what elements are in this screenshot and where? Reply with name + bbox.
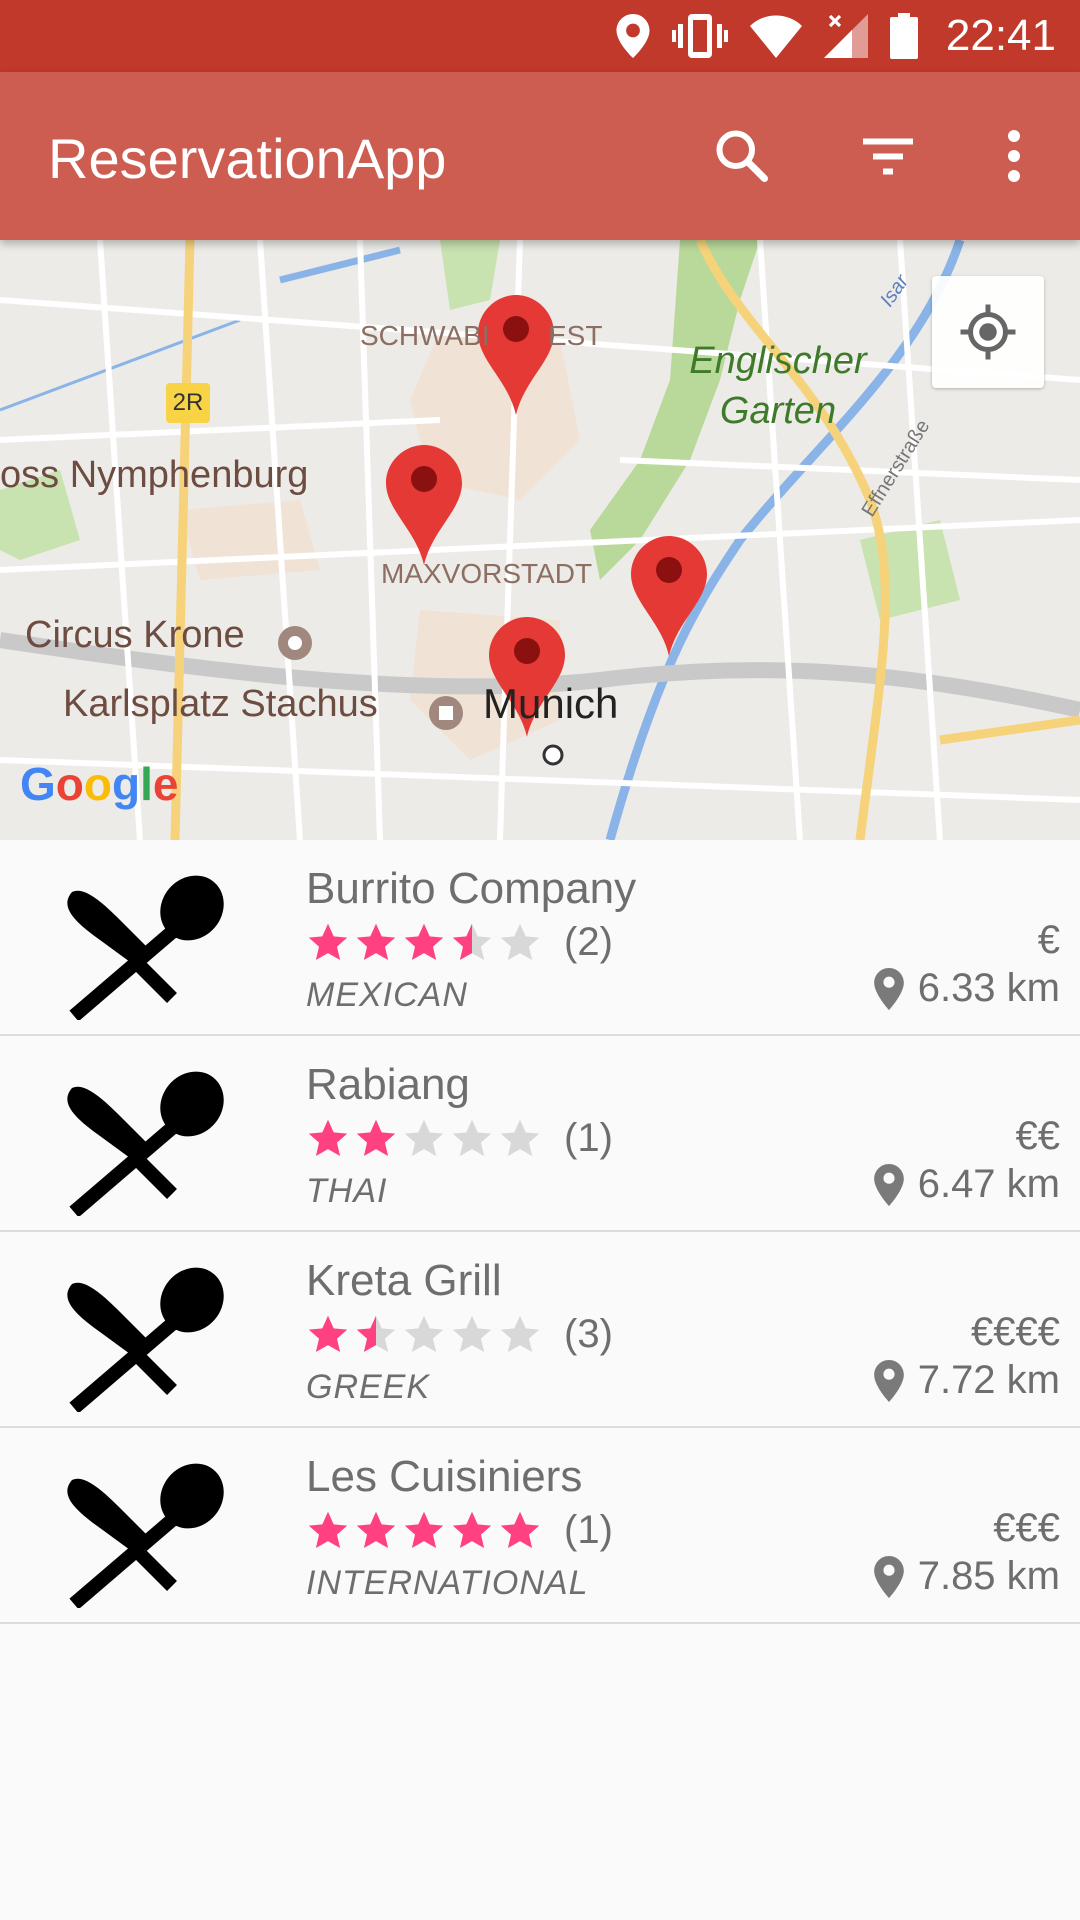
my-location-icon [960, 304, 1016, 360]
star-filled-icon [308, 923, 348, 960]
price-level: €€ [1015, 1114, 1061, 1158]
star-filled-icon [356, 1119, 396, 1156]
vibrate-icon [671, 14, 728, 58]
map-label-garten: Garten [720, 390, 836, 432]
review-count: (1) [564, 1116, 613, 1160]
utensils-icon [67, 1071, 224, 1216]
rating-stars: (1) [306, 1508, 613, 1553]
search-button[interactable] [706, 120, 778, 192]
price-level: €€€€ [971, 1310, 1060, 1354]
star-filled-icon [404, 1511, 444, 1548]
star-filled-icon [308, 1511, 348, 1548]
filter-button[interactable] [852, 120, 924, 192]
location-pin-icon [873, 1359, 904, 1402]
utensils-icon [67, 1267, 224, 1412]
more-options-button[interactable] [978, 120, 1050, 192]
rating-stars: (2) [306, 920, 613, 965]
restaurant-name: Rabiang [306, 1060, 470, 1109]
map-view[interactable]: SCHWABI EST Englischer Garten oss Nymphe… [0, 240, 1080, 840]
google-logo: Google [20, 758, 178, 810]
restaurant-list-item[interactable]: Kreta Grill (3) GREEK €€€€ 7.72 km [0, 1232, 1080, 1428]
distance: 7.72 km [873, 1358, 1060, 1403]
search-icon [716, 130, 768, 182]
more-vert-icon [1008, 130, 1020, 182]
review-count: (2) [564, 920, 613, 964]
wifi-icon [749, 15, 802, 58]
star-filled-icon [452, 1511, 492, 1548]
restaurant-name: Les Cuisiniers [306, 1452, 583, 1501]
rating-stars: (1) [306, 1116, 613, 1161]
location-pin-icon [873, 1163, 904, 1206]
star-empty-icon [452, 1119, 492, 1156]
distance-text: 7.85 km [917, 1554, 1060, 1598]
map-label-karlsplatz: Karlsplatz Stachus [63, 683, 378, 725]
restaurant-category: INTERNATIONAL [306, 1564, 589, 1602]
restaurant-list: Burrito Company (2) MEXICAN € 6.33 km Ra… [0, 840, 1080, 1624]
distance: 7.85 km [873, 1554, 1060, 1599]
distance-text: 6.33 km [917, 966, 1060, 1010]
restaurant-name: Kreta Grill [306, 1256, 502, 1305]
battery-icon [889, 13, 918, 59]
star-empty-icon [500, 1119, 540, 1156]
map-label-englischer: Englischer [689, 340, 868, 382]
star-filled-icon [500, 1511, 540, 1548]
map-canvas: SCHWABI EST Englischer Garten oss Nymphe… [0, 240, 1080, 840]
app-title: ReservationApp [48, 127, 447, 190]
road-badge-label: 2R [173, 389, 204, 416]
location-pin-icon [873, 1555, 904, 1598]
star-filled-icon [404, 923, 444, 960]
star-empty-icon [404, 1315, 444, 1352]
star-filled-icon [308, 1119, 348, 1156]
urban-area [180, 500, 320, 580]
map-label-maxvorstadt: MAXVORSTADT [381, 558, 592, 589]
filter-icon [863, 138, 913, 175]
distance: 6.47 km [873, 1162, 1060, 1207]
map-label-schwabing-tail: EST [548, 320, 602, 351]
restaurant-category: THAI [306, 1172, 388, 1210]
restaurant-list-item[interactable]: Burrito Company (2) MEXICAN € 6.33 km [0, 840, 1080, 1036]
star-filled-icon [356, 923, 396, 960]
star-filled-icon [356, 1511, 396, 1548]
star-half-icon [452, 923, 492, 960]
map-label-circus-krone: Circus Krone [25, 614, 245, 656]
clock: 22:41 [945, 11, 1056, 60]
location-pin-icon [873, 967, 904, 1010]
star-empty-icon [404, 1119, 444, 1156]
restaurant-category: GREEK [306, 1368, 431, 1406]
star-empty-icon [452, 1315, 492, 1352]
app-bar: ReservationApp [0, 72, 1080, 240]
utensils-icon [67, 875, 224, 1020]
price-level: €€€ [993, 1506, 1060, 1550]
restaurant-list-item[interactable]: Rabiang (1) THAI €€ 6.47 km [0, 1036, 1080, 1232]
signal-icon [823, 14, 868, 58]
review-count: (1) [564, 1508, 613, 1552]
rating-stars: (3) [306, 1312, 613, 1357]
star-half-icon [356, 1315, 396, 1352]
star-empty-icon [500, 1315, 540, 1352]
restaurant-category: MEXICAN [306, 976, 468, 1014]
my-location-button[interactable] [932, 276, 1044, 388]
utensils-icon [67, 1463, 224, 1608]
map-label-nymphenburg: oss Nymphenburg [0, 454, 308, 496]
map-label-munich: Munich [483, 680, 618, 727]
distance: 6.33 km [873, 966, 1060, 1011]
restaurant-list-item[interactable]: Les Cuisiniers (1) INTERNATIONAL €€€ 7.8… [0, 1428, 1080, 1624]
star-filled-icon [308, 1315, 348, 1352]
location-icon [616, 14, 650, 58]
restaurant-name: Burrito Company [306, 864, 637, 913]
map-label-schwabing: SCHWABI [360, 320, 490, 351]
price-level: € [1037, 918, 1060, 962]
star-empty-icon [500, 923, 540, 960]
review-count: (3) [564, 1312, 613, 1356]
distance-text: 6.47 km [917, 1162, 1060, 1206]
city-center-marker [542, 744, 564, 766]
distance-text: 7.72 km [917, 1358, 1060, 1402]
status-bar: 22:41 [0, 0, 1080, 72]
